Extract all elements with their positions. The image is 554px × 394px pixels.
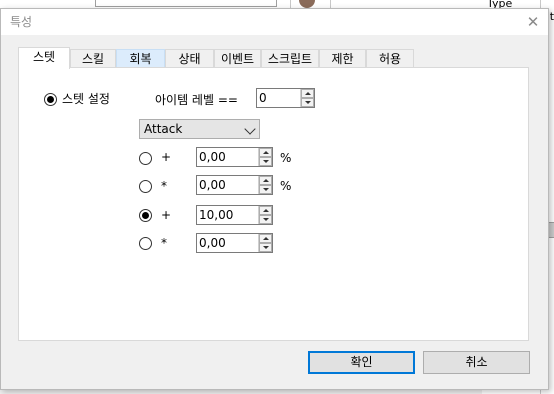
- add-percent-radio[interactable]: [139, 152, 152, 165]
- stat-type-dropdown[interactable]: Attack: [139, 119, 260, 139]
- tab-label: 스텟: [32, 50, 56, 64]
- tab-events[interactable]: 이벤트: [214, 49, 261, 67]
- spin-down-icon[interactable]: [259, 185, 272, 194]
- chevron-down-icon: [244, 123, 256, 135]
- tab-status[interactable]: 상태: [165, 49, 214, 67]
- spin-arrows: [258, 234, 272, 252]
- add-percent-value: 0,00: [199, 150, 226, 164]
- dialog-titlebar[interactable]: 특성 ✕: [1, 9, 548, 35]
- spin-up-icon[interactable]: [259, 234, 272, 243]
- stat-type-value: Attack: [144, 122, 183, 136]
- spin-arrows: [258, 176, 272, 194]
- unit-label: %: [280, 151, 292, 165]
- unit-label: %: [280, 179, 292, 193]
- spin-up-icon[interactable]: [259, 148, 272, 157]
- tab-scripts[interactable]: 스크립트: [261, 49, 319, 67]
- tab-skills[interactable]: 스킬: [70, 49, 116, 67]
- multiply-flat-spinbox[interactable]: 0,00: [196, 233, 273, 253]
- add-flat-spinbox[interactable]: 10,00: [196, 205, 273, 225]
- ok-button[interactable]: 확인: [308, 351, 415, 374]
- spin-down-icon[interactable]: [259, 157, 272, 166]
- spin-arrows: [258, 148, 272, 166]
- item-level-spinbox[interactable]: 0: [256, 88, 315, 108]
- spin-down-icon[interactable]: [259, 243, 272, 252]
- multiply-percent-value: 0,00: [199, 178, 226, 192]
- tab-label: 상태: [178, 52, 201, 66]
- cancel-button[interactable]: 취소: [423, 351, 530, 374]
- tab-restrictions[interactable]: 제한: [319, 49, 366, 67]
- operator-label: *: [161, 236, 167, 250]
- operator-label: +: [161, 208, 172, 222]
- background-field: [95, 0, 277, 7]
- spin-up-icon[interactable]: [259, 176, 272, 185]
- tab-label: 스크립트: [267, 52, 313, 66]
- stat-setting-radio[interactable]: [44, 93, 57, 106]
- multiply-percent-radio[interactable]: [139, 180, 152, 193]
- add-flat-radio[interactable]: [139, 209, 152, 222]
- spin-up-icon[interactable]: [259, 206, 272, 215]
- stat-setting-label: 스텟 설정: [62, 92, 110, 106]
- tab-label: 허용: [378, 52, 402, 66]
- tab-stats[interactable]: 스텟: [18, 47, 70, 69]
- stats-tab-panel: [18, 67, 529, 341]
- spin-arrows: [258, 206, 272, 224]
- multiply-flat-value: 0,00: [199, 236, 226, 250]
- tab-recovery[interactable]: 회복: [116, 49, 165, 67]
- multiply-percent-spinbox[interactable]: 0,00: [196, 175, 273, 195]
- dialog-title: 특성: [10, 15, 33, 29]
- spin-down-icon[interactable]: [301, 98, 314, 107]
- operator-label: +: [161, 150, 172, 164]
- add-flat-value: 10,00: [199, 208, 234, 222]
- multiply-flat-radio[interactable]: [139, 237, 152, 250]
- tab-label: 제한: [331, 52, 354, 66]
- add-percent-spinbox[interactable]: 0,00: [196, 147, 273, 167]
- background-top-strip: [0, 0, 554, 8]
- tab-label: 회복: [129, 52, 152, 66]
- spin-arrows: [300, 89, 314, 107]
- tab-permissions[interactable]: 허용: [366, 49, 414, 67]
- item-level-value: 0: [259, 91, 267, 105]
- tab-label: 스킬: [81, 52, 105, 66]
- operator-label: *: [161, 179, 167, 193]
- close-icon[interactable]: ✕: [518, 9, 548, 35]
- spin-down-icon[interactable]: [259, 215, 272, 224]
- item-level-label: 아이템 레벨 ==: [155, 93, 238, 107]
- tab-label: 이벤트: [220, 52, 255, 66]
- spin-up-icon[interactable]: [301, 89, 314, 98]
